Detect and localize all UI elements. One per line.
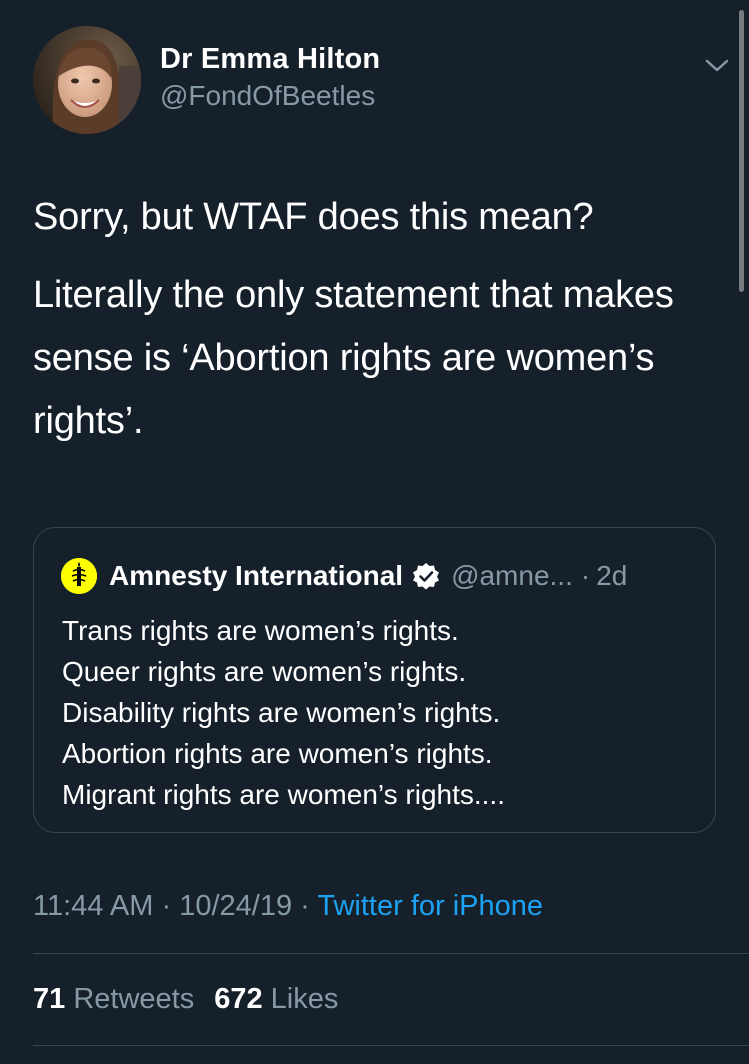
avatar-photo <box>33 26 141 134</box>
likes-count: 672 <box>214 983 263 1015</box>
quoted-tweet-header: Amnesty International @amne... · 2d <box>61 557 627 595</box>
amnesty-candle-icon[interactable] <box>61 558 97 594</box>
tweet-meta: 11:44 AM · 10/24/19 · Twitter for iPhone <box>33 888 543 924</box>
tweet-time: 11:44 AM <box>33 890 154 922</box>
quoted-text-line: Abortion rights are women’s rights. <box>62 738 493 769</box>
tweet-date: 10/24/19 <box>179 890 293 922</box>
avatar[interactable] <box>33 26 141 134</box>
tweet-stats: 71 Retweets 672 Likes <box>33 981 338 1017</box>
quoted-text-line: Trans rights are women’s rights. <box>62 615 459 646</box>
quoted-text-line: Migrant rights are women’s rights.... <box>62 779 505 810</box>
likes-label: Likes <box>270 983 339 1015</box>
chevron-down-icon[interactable] <box>703 54 731 76</box>
retweets-stat[interactable]: 71 Retweets <box>33 983 194 1015</box>
tweet-text-line-1: Sorry, but WTAF does this mean? <box>33 196 594 238</box>
retweets-count: 71 <box>33 983 66 1015</box>
tweet-detail-screen: Dr Emma Hilton @FondOfBeetles Sorry, but… <box>0 0 749 1064</box>
tweet-text-line-2: Literally the only statement that makes … <box>33 274 674 442</box>
tweet-header: Dr Emma Hilton @FondOfBeetles <box>33 26 729 136</box>
likes-stat[interactable]: 672 Likes <box>214 983 338 1015</box>
divider <box>33 1045 749 1046</box>
author-handle[interactable]: @FondOfBeetles <box>160 78 380 114</box>
quoted-timestamp: 2d <box>596 560 628 591</box>
quoted-text-line: Queer rights are women’s rights. <box>62 656 467 687</box>
quoted-author-handle[interactable]: @amne... <box>451 560 573 592</box>
retweets-label: Retweets <box>73 983 195 1015</box>
tweet-text: Sorry, but WTAF does this mean? Literall… <box>33 186 713 453</box>
meta-separator-dot: · <box>300 890 310 922</box>
verified-badge-icon <box>411 561 441 591</box>
quoted-separator-dot: · <box>580 560 591 591</box>
quoted-tweet-card[interactable]: Amnesty International @amne... · 2d Tran… <box>33 527 716 833</box>
quoted-tweet-text: Trans rights are women’s rights. Queer r… <box>62 610 505 815</box>
author-block[interactable]: Dr Emma Hilton @FondOfBeetles <box>160 42 380 114</box>
divider <box>33 953 749 954</box>
tweet-source-link[interactable]: Twitter for iPhone <box>317 890 543 922</box>
meta-separator-dot: · <box>161 890 172 922</box>
quoted-text-line: Disability rights are women’s rights. <box>62 697 501 728</box>
author-display-name[interactable]: Dr Emma Hilton <box>160 42 380 76</box>
scrollbar[interactable] <box>739 10 744 292</box>
quoted-author-name[interactable]: Amnesty International <box>109 560 403 592</box>
